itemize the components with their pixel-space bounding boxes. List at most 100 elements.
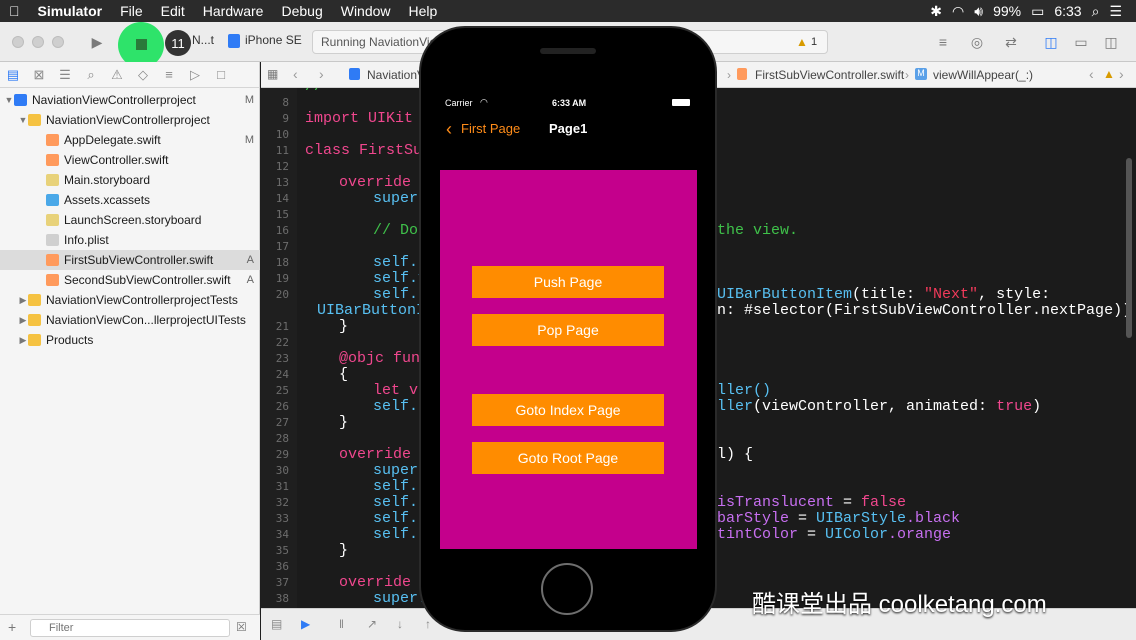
breakpoints-toggle-icon[interactable]: ▶	[301, 617, 310, 631]
line-number[interactable]: 38	[261, 592, 289, 605]
warning-icon[interactable]: ▲	[796, 35, 808, 49]
line-number[interactable]: 22	[261, 336, 289, 349]
line-number[interactable]: 31	[261, 480, 289, 493]
related-items-icon[interactable]: ▦	[267, 67, 278, 81]
breadcrumb-method[interactable]: viewWillAppear(_:)	[933, 68, 1033, 82]
push-page-button[interactable]: Push Page	[472, 266, 664, 298]
warning-icon[interactable]: ▲	[1103, 67, 1115, 81]
tree-row-file[interactable]: ViewController.swift	[0, 150, 260, 170]
menu-app-name[interactable]: Simulator	[29, 3, 112, 19]
line-number[interactable]: 30	[261, 464, 289, 477]
tree-row-folder[interactable]: ▶ Products	[0, 330, 260, 350]
line-number[interactable]: 34	[261, 528, 289, 541]
volume-icon[interactable]: 🔊︎	[974, 3, 983, 20]
report-icon[interactable]: □	[208, 67, 234, 82]
disclosure-open-icon[interactable]: ▼	[4, 95, 14, 105]
tree-row-folder[interactable]: ▶ NaviationViewCon...llerprojectUITests	[0, 310, 260, 330]
disclosure-open-icon[interactable]: ▼	[18, 115, 28, 125]
back-button[interactable]: First Page	[461, 121, 520, 136]
navigator-toggle-icon[interactable]: ◫	[1038, 30, 1064, 54]
clock[interactable]: 6:33	[1054, 3, 1081, 19]
line-number[interactable]: 9	[261, 112, 289, 125]
tree-row-file[interactable]: AppDelegate.swift M	[0, 130, 260, 150]
folder-icon[interactable]: ▤	[0, 67, 26, 83]
editor-scrollbar[interactable]	[1126, 158, 1132, 338]
line-number[interactable]: 13	[261, 176, 289, 189]
line-number[interactable]: 16	[261, 224, 289, 237]
line-number[interactable]: 27	[261, 416, 289, 429]
line-number[interactable]: 18	[261, 256, 289, 269]
menu-window[interactable]: Window	[332, 3, 400, 19]
line-number[interactable]: 23	[261, 352, 289, 365]
hide-debug-icon[interactable]: ▤	[271, 617, 282, 631]
line-number[interactable]: 17	[261, 240, 289, 253]
warning-count[interactable]: 1	[811, 36, 817, 48]
filter-input[interactable]	[30, 619, 230, 637]
menu-edit[interactable]: Edit	[152, 3, 194, 19]
battery-percent[interactable]: 99%	[993, 3, 1021, 19]
pop-page-button[interactable]: Pop Page	[472, 314, 664, 346]
find-icon[interactable]: ⌕	[78, 67, 104, 83]
tree-row-file[interactable]: Info.plist	[0, 230, 260, 250]
standard-editor-icon[interactable]: ≡	[930, 30, 956, 54]
line-number[interactable]: 19	[261, 272, 289, 285]
breadcrumb-project[interactable]: NaviationV	[367, 68, 425, 82]
tree-row-file[interactable]: SecondSubViewController.swift A	[0, 270, 260, 290]
line-number[interactable]: 32	[261, 496, 289, 509]
disclosure-closed-icon[interactable]: ▶	[18, 335, 28, 346]
next-issue-icon[interactable]: ›	[1119, 66, 1124, 82]
breadcrumb-file[interactable]: FirstSubViewController.swift	[755, 68, 904, 82]
wifi-icon[interactable]: ◠	[952, 3, 964, 20]
line-number[interactable]: 28	[261, 432, 289, 445]
disclosure-closed-icon[interactable]: ▶	[18, 315, 28, 326]
device-selector[interactable]: iPhone SE	[245, 33, 302, 51]
line-number[interactable]: 35	[261, 544, 289, 557]
line-number[interactable]: 26	[261, 400, 289, 413]
previous-issue-icon[interactable]: ‹	[1089, 66, 1094, 82]
source-control-icon[interactable]: ⊠	[26, 67, 52, 83]
menu-debug[interactable]: Debug	[272, 3, 331, 19]
tree-row-group[interactable]: ▼ NaviationViewControllerproject	[0, 110, 260, 130]
goto-index-page-button[interactable]: Goto Index Page	[472, 394, 664, 426]
line-number[interactable]: 11	[261, 144, 289, 157]
line-number[interactable]: 8	[261, 96, 289, 109]
breakpoint-icon[interactable]: ▷	[182, 67, 208, 83]
tree-row-file-selected[interactable]: FirstSubViewController.swift A	[0, 250, 260, 270]
symbol-icon[interactable]: ☰	[52, 67, 78, 83]
line-number[interactable]: 15	[261, 208, 289, 221]
menu-hardware[interactable]: Hardware	[194, 3, 273, 19]
debug-icon[interactable]: ≡	[156, 67, 182, 82]
line-number[interactable]: 36	[261, 560, 289, 573]
line-number[interactable]: 12	[261, 160, 289, 173]
line-number[interactable]: 25	[261, 384, 289, 397]
test-icon[interactable]: ◇	[130, 67, 156, 83]
line-number[interactable]: 10	[261, 128, 289, 141]
assistant-editor-icon[interactable]: ◎	[964, 30, 990, 54]
spotlight-icon[interactable]: ⌕	[1092, 3, 1100, 20]
scheme-selector[interactable]: N...t	[192, 33, 214, 51]
line-number[interactable]: 20	[261, 288, 289, 301]
step-out-icon[interactable]: ↑	[425, 617, 431, 631]
battery-icon[interactable]: ▭	[1031, 3, 1044, 20]
goto-root-page-button[interactable]: Goto Root Page	[472, 442, 664, 474]
line-number[interactable]: 37	[261, 576, 289, 589]
disclosure-closed-icon[interactable]: ▶	[18, 295, 28, 306]
forward-nav-icon[interactable]: ›	[319, 66, 324, 82]
version-editor-icon[interactable]: ⇄	[998, 30, 1024, 54]
bluetooth-icon[interactable]: ✱	[930, 3, 942, 20]
home-button[interactable]	[541, 563, 593, 615]
issue-icon[interactable]: ⚠︎	[104, 67, 130, 83]
line-number[interactable]: 24	[261, 368, 289, 381]
tree-row-folder[interactable]: ▶ NaviationViewControllerprojectTests	[0, 290, 260, 310]
line-number[interactable]: 14	[261, 192, 289, 205]
line-number[interactable]: 29	[261, 448, 289, 461]
step-in-icon[interactable]: ↓	[397, 617, 403, 631]
back-nav-icon[interactable]: ‹	[293, 66, 298, 82]
pause-icon[interactable]: ‖	[339, 617, 344, 631]
run-button[interactable]: ▶	[84, 30, 110, 54]
add-icon[interactable]: +	[8, 619, 16, 635]
back-chevron-icon[interactable]: ‹	[446, 119, 452, 140]
utilities-toggle-icon[interactable]: ◫	[1098, 30, 1124, 54]
filter-options-icon[interactable]: ☒	[236, 620, 247, 634]
menu-help[interactable]: Help	[400, 3, 447, 19]
